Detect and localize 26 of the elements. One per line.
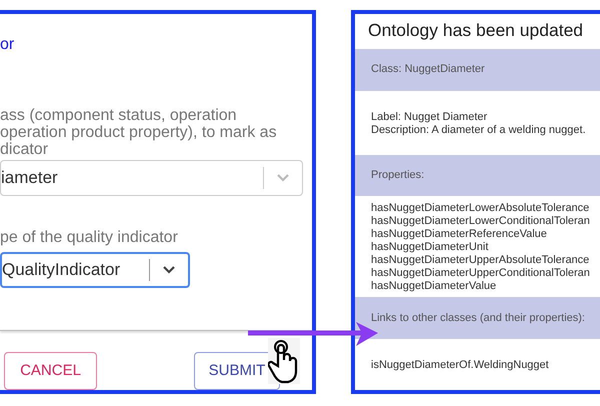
field-label: operation product property), to mark as: [0, 124, 278, 141]
chevron-down-icon: [276, 172, 290, 183]
cancel-button[interactable]: CANCEL: [4, 352, 97, 390]
arrow-icon: [248, 320, 380, 348]
field-label: dicator: [0, 141, 50, 158]
info-text: Label: Nugget Diameter: [371, 110, 488, 124]
property-item: hasNuggetDiameterUnit: [371, 241, 488, 254]
section-header: Properties:: [371, 168, 424, 182]
select-field[interactable]: QualityIndicator: [0, 252, 190, 288]
property-item: hasNuggetDiameterUpperAbsoluteTolerance: [371, 254, 590, 268]
field-label: pe of the quality indicator: [0, 228, 178, 248]
property-item: hasNuggetDiameterValue: [371, 280, 496, 294]
property-item: hasNuggetDiameterReferenceValue: [371, 228, 547, 242]
section-header: Class: NuggetDiameter: [371, 63, 485, 76]
property-item: hasNuggetDiameterUpperConditionalToleran: [371, 267, 590, 280]
hand-cursor-icon: [268, 338, 300, 384]
section-header: Links to other classes (and their properties):: [371, 312, 585, 325]
dialog-title: Ontology has been updated: [367, 19, 584, 42]
property-item: hasNuggetDiameterLowerAbsoluteTolerance: [371, 202, 590, 216]
link[interactable]: or: [0, 33, 14, 57]
select-field[interactable]: iameter: [0, 160, 303, 196]
chevron-down-icon: [162, 265, 176, 276]
field-label: ass (component status, operation: [0, 107, 238, 124]
property-item: hasNuggetDiameterLowerConditionalToleran: [371, 215, 590, 228]
info-text: Description: A diameter of a welding nugget.: [371, 124, 586, 137]
info-text: isNuggetDiameterOf.WeldingNugget: [371, 359, 549, 372]
